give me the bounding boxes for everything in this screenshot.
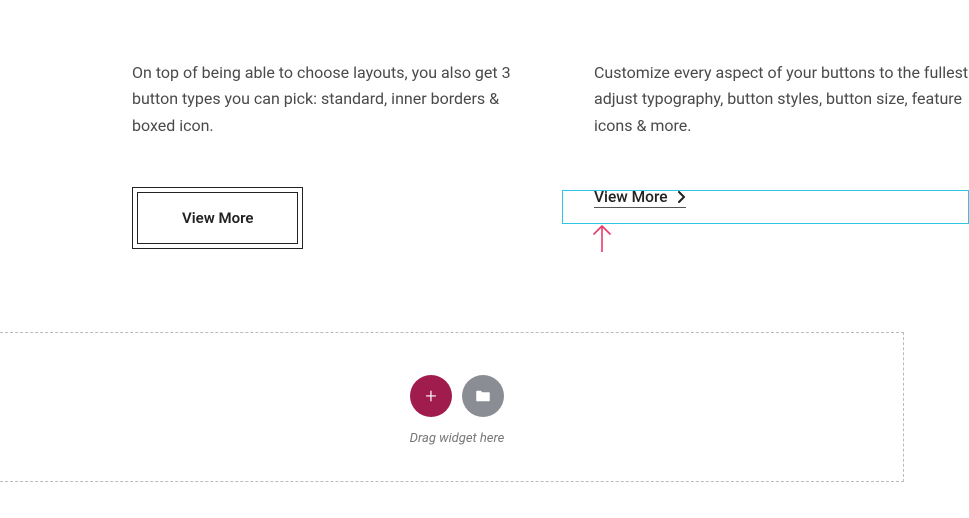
feature-desc-0-trail: om styles - [0,60,60,113]
dropzone-caption: Drag widget here [410,431,505,446]
view-more-button-text[interactable]: View More [594,188,686,208]
feature-desc-2: Customize every aspect of your buttons t… [594,60,969,139]
feature-column-0: om styles - [0,60,60,249]
dropzone-buttons: + [410,375,504,417]
folder-icon [474,387,492,405]
view-more-button-text-label: View More [594,188,668,206]
feature-column-2: Customize every aspect of your buttons t… [594,60,969,249]
plus-icon: + [425,386,436,406]
feature-column-1: On top of being able to choose layouts, … [132,60,522,249]
widget-dropzone[interactable]: + Drag widget here [0,332,904,482]
feature-desc-1: On top of being able to choose layouts, … [132,60,522,139]
add-widget-button[interactable]: + [410,375,452,417]
select-template-button[interactable] [462,375,504,417]
view-more-button-inner-border[interactable]: View More [132,187,303,249]
view-more-button-label: View More [137,192,298,244]
chevron-right-icon [678,191,686,203]
